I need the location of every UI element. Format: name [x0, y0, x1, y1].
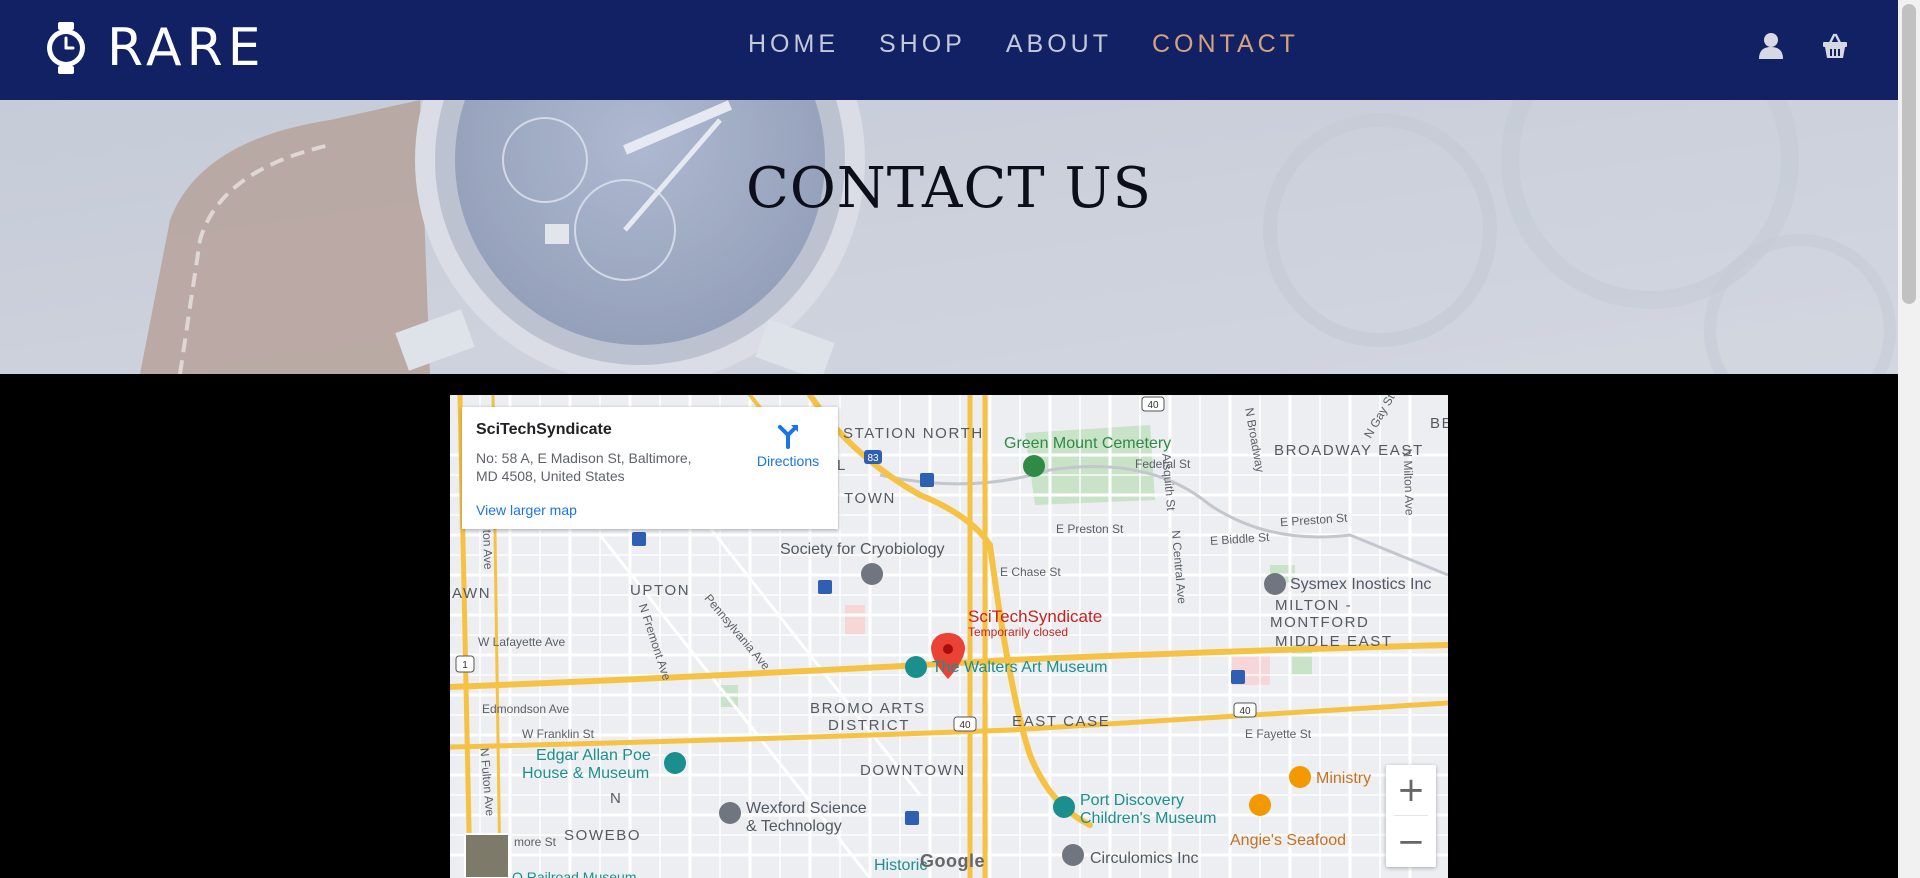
poi-angies-seafood[interactable]: Angie's Seafood [1230, 832, 1346, 850]
poi-walters-art-museum[interactable]: The Walters Art Museum [932, 659, 1107, 677]
nav-contact[interactable]: CONTACT [1152, 30, 1299, 59]
map-info-card: SciTechSyndicate No: 58 A, E Madison St,… [462, 407, 838, 529]
watch-icon [47, 22, 85, 74]
map-street-label: W Lafayette Ave [478, 635, 566, 649]
route-shield-40a: 40 [1147, 400, 1159, 411]
nav-about[interactable]: ABOUT [1006, 30, 1112, 59]
zoom-in-button[interactable]: + [1386, 765, 1436, 815]
view-larger-map-link[interactable]: View larger map [476, 502, 577, 518]
poi-edgar-allan-poe-2[interactable]: House & Museum [522, 765, 649, 783]
nav-icons [1758, 32, 1848, 60]
nav-home[interactable]: HOME [748, 30, 839, 59]
brand[interactable]: RARE [45, 18, 266, 78]
map-street-label: W Franklin St [522, 727, 595, 741]
poi-wexford-science-2[interactable]: & Technology [746, 818, 842, 836]
poi-wexford-science[interactable]: Wexford Science [746, 800, 867, 818]
zoom-divider [1394, 815, 1428, 816]
nav-shop[interactable]: SHOP [879, 30, 966, 59]
main-nav: HOME SHOP ABOUT CONTACT [748, 30, 1299, 59]
directions-icon [778, 425, 798, 449]
directions-label: Directions [756, 453, 820, 469]
route-shield-83: 83 [867, 453, 879, 464]
pin-status: Temporarily closed [968, 625, 1069, 639]
route-shield-40c: 40 [1239, 706, 1251, 717]
poi-sysmex-inostics[interactable]: Sysmex Inostics Inc [1290, 576, 1431, 594]
map-area-label: DISTRICT [828, 717, 910, 734]
map-street-label: Federal St [1135, 457, 1191, 471]
navbar: RARE HOME SHOP ABOUT CONTACT [0, 0, 1898, 100]
map-area-label: BROMO ARTS [810, 700, 926, 717]
map-street-label: E Fayette St [1245, 727, 1312, 741]
map-street-label: Edmondson Ave [482, 702, 570, 716]
map-street-label: ilton Ave [479, 524, 496, 570]
map-area-label: N [610, 790, 623, 807]
poi-railroad-museum[interactable]: O Railroad Museum [512, 869, 637, 878]
poi-society-for-cryobiology[interactable]: Society for Cryobiology [780, 541, 945, 559]
pin-label[interactable]: SciTechSyndicate [968, 607, 1102, 627]
map-area-label: STATION NORTH [843, 425, 984, 442]
place-address: No: 58 A, E Madison St, Baltimore, MD 45… [476, 450, 692, 484]
map-area-label: DOWNTOWN [860, 762, 966, 779]
directions-button[interactable]: Directions [748, 421, 828, 469]
poi-port-discovery[interactable]: Port Discovery [1080, 792, 1184, 810]
map-street-label: N Milton Ave [1400, 448, 1417, 516]
map-area-label: L [837, 457, 847, 474]
place-name: SciTechSyndicate [476, 421, 612, 438]
poi-circulomics[interactable]: Circulomics Inc [1090, 850, 1198, 868]
user-icon[interactable] [1758, 32, 1784, 60]
map-street-label: E Preston St [1056, 522, 1124, 536]
page-title: CONTACT US [745, 156, 1153, 221]
map-area-label: BE [1430, 415, 1448, 432]
brand-name: RARE [107, 18, 266, 78]
route-shield-1: 1 [462, 660, 468, 671]
poi-edgar-allan-poe[interactable]: Edgar Allan Poe [536, 747, 651, 765]
map-area-label: MONTFORD [1270, 614, 1370, 631]
scrollbar-thumb[interactable] [1902, 4, 1916, 304]
hero-banner: CONTACT US [0, 100, 1898, 374]
poi-ministry[interactable]: Ministry [1316, 770, 1371, 788]
google-logo: Google [920, 851, 985, 871]
hero-watch-image [0, 100, 1898, 374]
map-street-label: E Chase St [1000, 565, 1061, 579]
zoom-out-button[interactable]: − [1386, 817, 1436, 867]
map-area-label: MILTON - [1275, 597, 1353, 614]
map-area-label: TOWN [844, 490, 896, 507]
map-street-label: more St [514, 835, 557, 849]
map-area-label: EAST CASE [1012, 713, 1111, 730]
embedded-map[interactable]: 83 40 40 40 1 STATION NORTH BROADWAY EAS… [450, 395, 1448, 878]
map-area-label: AWN [452, 585, 492, 602]
page-scrollbar[interactable] [1898, 0, 1920, 878]
poi-green-mount-cemetery[interactable]: Green Mount Cemetery [1004, 435, 1171, 453]
route-shield-40b: 40 [959, 720, 971, 731]
poi-port-discovery-2[interactable]: Children's Museum [1080, 810, 1216, 828]
map-area-label: MIDDLE EAST [1275, 633, 1393, 650]
zoom-controls: + − [1386, 765, 1436, 867]
basket-icon[interactable] [1822, 32, 1848, 60]
satellite-toggle[interactable] [464, 833, 510, 878]
map-area-label: SOWEBO [564, 827, 642, 844]
map-area-label: UPTON [630, 582, 691, 599]
